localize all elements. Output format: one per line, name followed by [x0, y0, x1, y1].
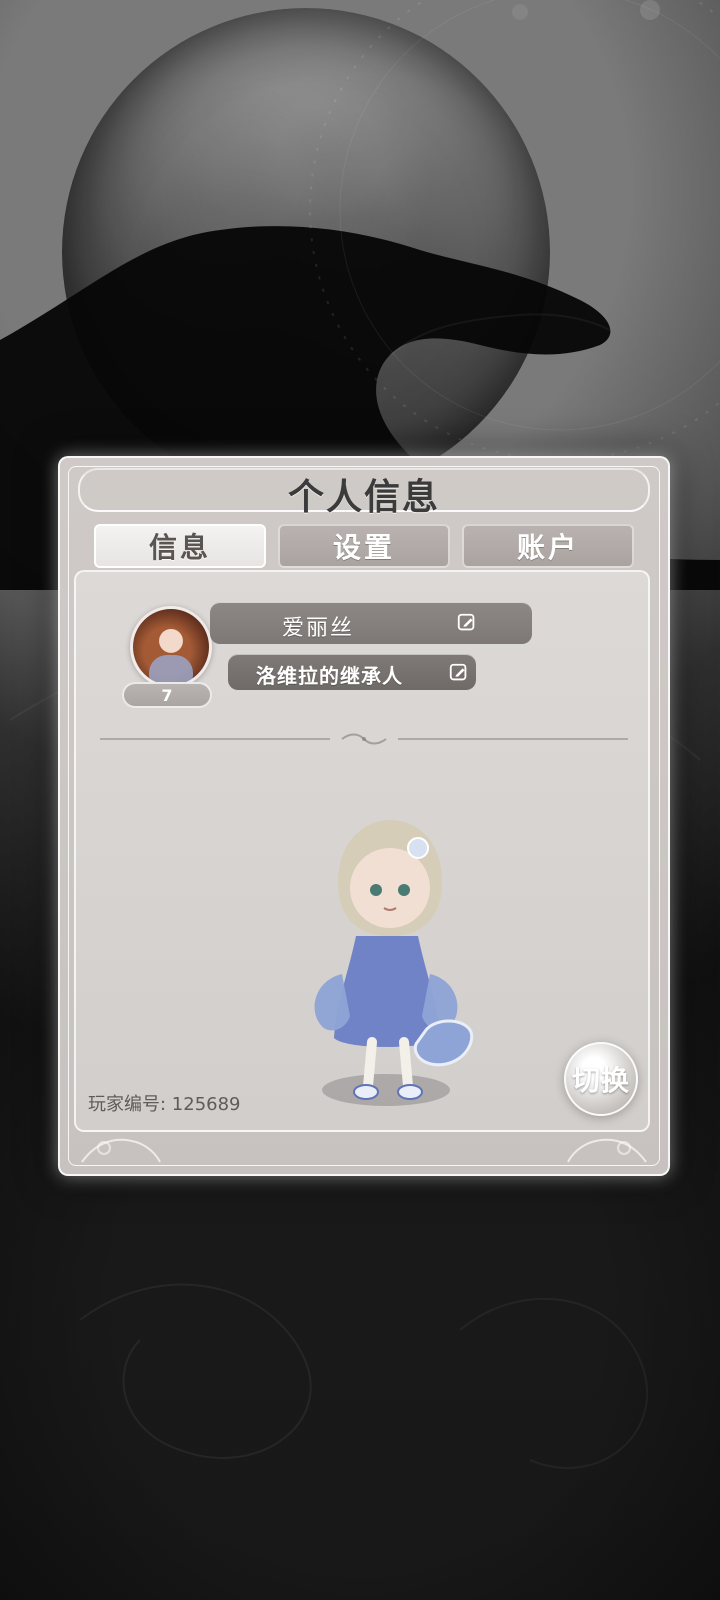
profile-panel: 个人信息 信息 设置 账户 7 爱丽丝 洛维拉的继承人 玩家编号: 125689…: [58, 456, 670, 1176]
panel-header: 个人信息: [60, 458, 668, 518]
divider: [100, 733, 628, 745]
edit-icon[interactable]: [456, 612, 478, 634]
edit-icon[interactable]: [448, 662, 470, 684]
corner-ornament: [567, 1138, 647, 1163]
name-bar: 爱丽丝: [210, 602, 532, 644]
switch-button[interactable]: 切换: [564, 1042, 638, 1116]
tab-info[interactable]: 信息: [94, 524, 266, 568]
title-bar: 洛维拉的继承人: [228, 654, 476, 690]
player-title: 洛维拉的继承人: [256, 664, 403, 688]
panel-title: 个人信息: [287, 476, 440, 518]
avatar[interactable]: [130, 606, 212, 688]
info-content: 7 爱丽丝 洛维拉的继承人 玩家编号: 125689 切换: [74, 570, 650, 1132]
character-illustration: [314, 820, 474, 1106]
player-id: 玩家编号: 125689: [88, 1094, 241, 1115]
level-badge: 7: [122, 682, 212, 708]
tab-account[interactable]: 账户: [462, 524, 634, 568]
tabs: 信息 设置 账户: [94, 524, 634, 570]
player-name: 爱丽丝: [282, 616, 355, 641]
corner-ornament: [81, 1138, 161, 1163]
tab-settings[interactable]: 设置: [278, 524, 450, 568]
